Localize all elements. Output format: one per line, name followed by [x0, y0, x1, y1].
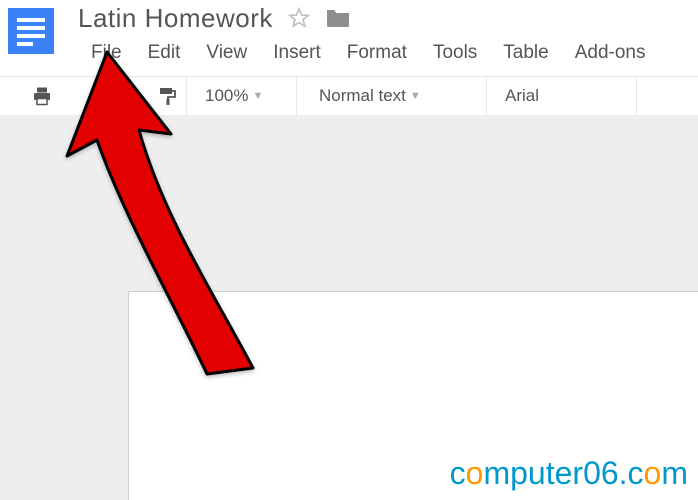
chevron-down-icon: ▼ [252, 90, 263, 102]
watermark: computer06.com [450, 455, 688, 492]
menubar: File Edit View Insert Format Tools Table… [78, 38, 659, 68]
menu-format[interactable]: Format [334, 38, 420, 68]
menu-addons[interactable]: Add-ons [562, 38, 659, 68]
font-value: Arial [505, 86, 539, 106]
docs-logo-icon [8, 8, 54, 54]
print-button[interactable] [24, 77, 60, 115]
menu-view[interactable]: View [193, 38, 260, 68]
chevron-down-icon: ▼ [410, 90, 421, 102]
title-row: Latin Homework [78, 0, 351, 36]
menu-edit[interactable]: Edit [135, 38, 194, 68]
folder-icon[interactable] [325, 7, 351, 29]
document-title[interactable]: Latin Homework [78, 3, 273, 34]
paint-roller-icon [158, 86, 178, 106]
app-header: Latin Homework File Edit View Insert For… [0, 0, 698, 115]
toolbar: 100% ▼ Normal text ▼ Arial [0, 76, 698, 115]
zoom-value: 100% [205, 86, 248, 106]
menu-file[interactable]: File [78, 38, 135, 68]
menu-table[interactable]: Table [490, 38, 561, 68]
zoom-dropdown[interactable]: 100% ▼ [187, 77, 297, 115]
paragraph-style-dropdown[interactable]: Normal text ▼ [297, 77, 487, 115]
menu-insert[interactable]: Insert [260, 38, 334, 68]
print-icon [32, 86, 52, 106]
menu-tools[interactable]: Tools [420, 38, 490, 68]
paragraph-style-value: Normal text [319, 86, 406, 106]
document-canvas [0, 115, 698, 500]
star-icon[interactable] [287, 6, 311, 30]
docs-logo[interactable] [0, 0, 62, 62]
paint-format-button[interactable] [150, 77, 186, 115]
font-dropdown[interactable]: Arial [487, 77, 637, 115]
